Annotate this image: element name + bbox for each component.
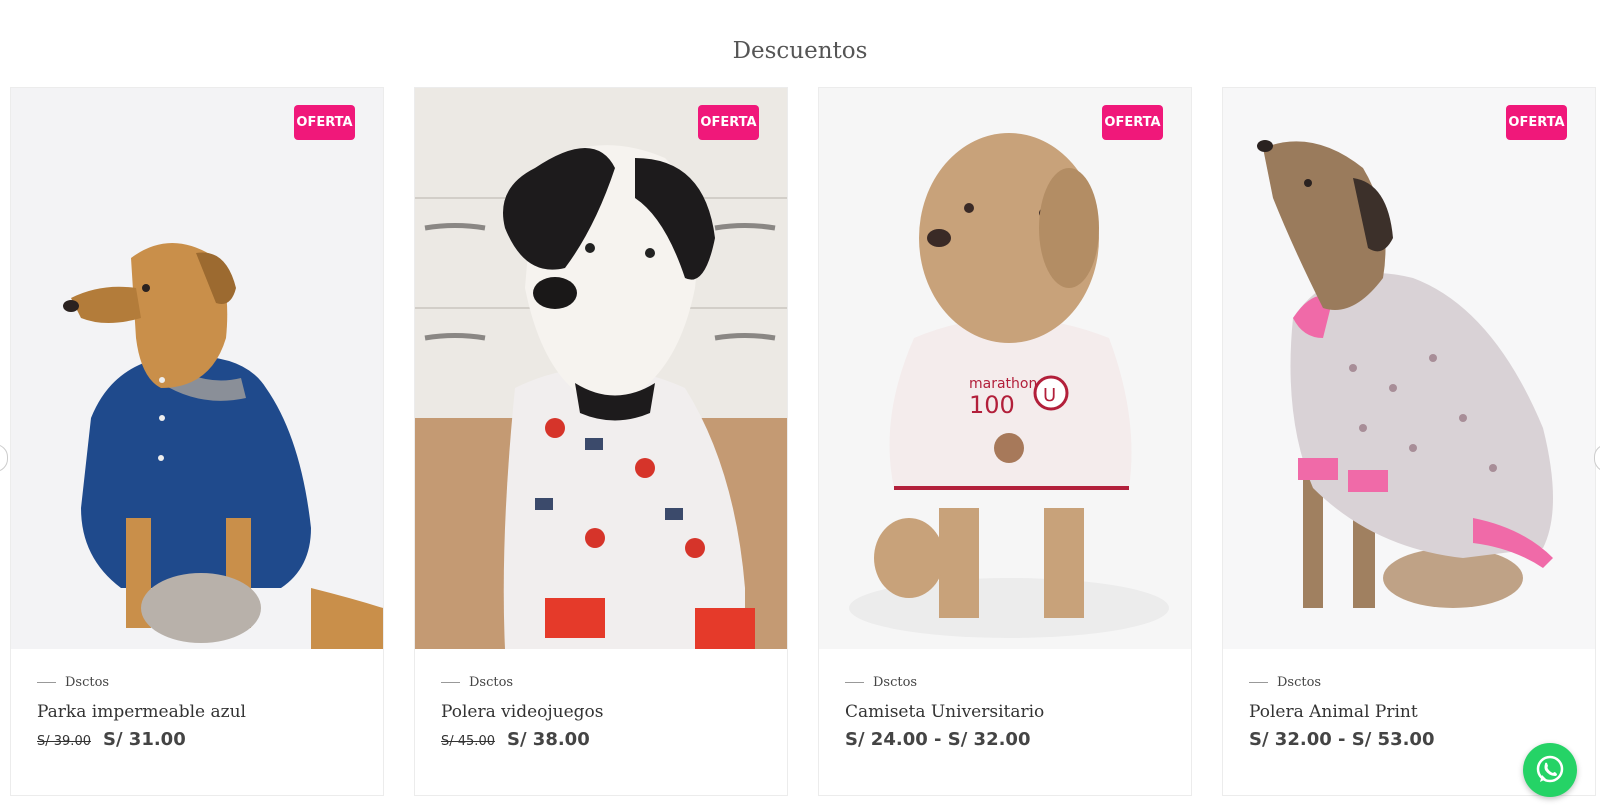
category-divider (441, 681, 460, 683)
svg-text:100: 100 (969, 391, 1015, 419)
category-divider (845, 681, 864, 683)
product-carousel: OFERTA Dsctos Parka impermeable azul S/ … (10, 87, 1600, 797)
whatsapp-button[interactable] (1523, 743, 1577, 797)
product-image[interactable]: OFERTA (415, 88, 787, 649)
offer-badge: OFERTA (1102, 105, 1163, 140)
product-category[interactable]: Dsctos (1277, 675, 1321, 690)
product-card[interactable]: OFERTA Dsctos Parka impermeable azul S/ … (10, 87, 384, 796)
product-card[interactable]: OFERTA Dsctos Polera videojuegos S/ 45.0… (414, 87, 788, 796)
product-name[interactable]: Polera Animal Print (1249, 702, 1575, 722)
product-price: S/ 24.00 - S/ 32.00 (845, 729, 1031, 750)
whatsapp-icon (1536, 755, 1564, 783)
product-name[interactable]: Camiseta Universitario (845, 702, 1171, 722)
category-divider (37, 681, 56, 683)
product-category[interactable]: Dsctos (469, 675, 513, 690)
product-category[interactable]: Dsctos (873, 675, 917, 690)
product-card[interactable]: marathon 100 U OFERTA Dsctos Camiseta Un… (818, 87, 1192, 796)
svg-text:marathon: marathon (969, 376, 1037, 392)
product-card[interactable]: OFERTA Dsctos Polera Animal Print S/ 32.… (1222, 87, 1596, 796)
offer-badge: OFERTA (294, 105, 355, 140)
product-name[interactable]: Parka impermeable azul (37, 702, 363, 722)
offer-badge: OFERTA (698, 105, 759, 140)
product-price: S/ 38.00 (506, 729, 590, 750)
category-divider (1249, 681, 1268, 683)
product-price: S/ 32.00 - S/ 53.00 (1249, 729, 1435, 750)
old-price: S/ 39.00 (37, 734, 91, 749)
carousel-prev-button[interactable] (0, 444, 8, 472)
product-category[interactable]: Dsctos (65, 675, 109, 690)
product-image[interactable]: OFERTA (11, 88, 383, 649)
product-image[interactable]: OFERTA (1223, 88, 1595, 649)
offer-badge: OFERTA (1506, 105, 1567, 140)
svg-text:U: U (1043, 385, 1056, 406)
product-name[interactable]: Polera videojuegos (441, 702, 767, 722)
old-price: S/ 45.00 (441, 734, 495, 749)
section-title: Descuentos (732, 38, 868, 64)
product-price: S/ 31.00 (102, 729, 186, 750)
product-image[interactable]: marathon 100 U OFERTA (819, 88, 1191, 649)
